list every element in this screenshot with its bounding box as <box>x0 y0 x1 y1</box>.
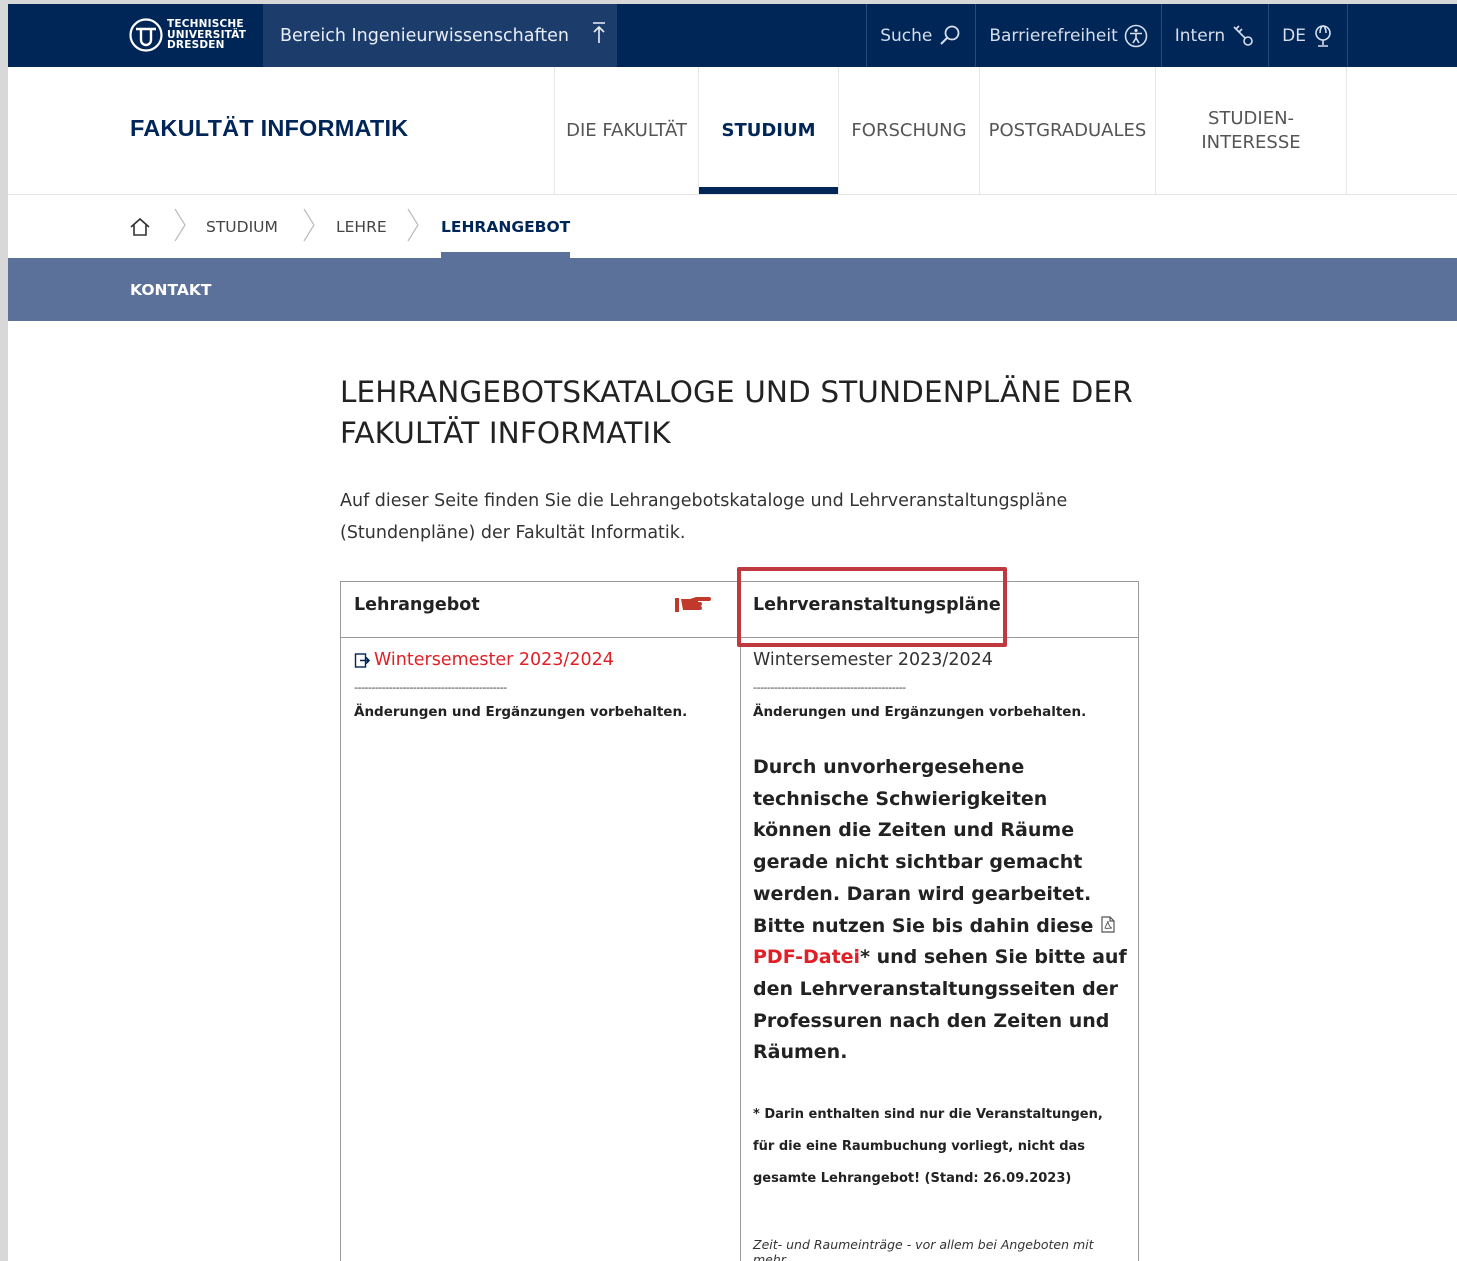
breadcrumb-home[interactable] <box>129 195 151 258</box>
nav-studieninteresse-line2: INTERESSE <box>1201 131 1301 153</box>
pointing-hand-icon <box>674 593 712 623</box>
browser-page: TECHNISCHE UNIVERSITÄT DRESDEN Bereich I… <box>8 4 1457 1261</box>
search-icon <box>940 25 960 45</box>
main-navigation: DIE FAKULTÄT STUDIUM FORSCHUNG POSTGRADU… <box>554 67 1347 194</box>
search-link[interactable]: Suche <box>866 4 975 67</box>
nav-studium[interactable]: STUDIUM <box>698 67 838 194</box>
breadcrumb: STUDIUM LEHRE LEHRANGEBOT <box>8 195 1457 258</box>
search-label: Suche <box>880 25 933 46</box>
separator-dashes: ----------------------------------------… <box>753 681 906 694</box>
wintersemester-link-label: Wintersemester 2023/2024 <box>374 650 614 670</box>
notice-text-start: Durch unvorhergesehene technische Schwie… <box>753 756 1101 937</box>
intern-label: Intern <box>1174 25 1226 46</box>
faculty-header: FAKULTÄT INFORMATIK DIE FAKULTÄT STUDIUM… <box>8 67 1457 195</box>
accessibility-label: Barrierefreiheit <box>989 25 1118 46</box>
home-icon <box>130 217 150 236</box>
lehrveranstaltungsplaene-cell: Wintersemester 2023/2024 ---------------… <box>753 650 1128 1261</box>
nav-die-fakultaet[interactable]: DIE FAKULTÄT <box>554 67 698 194</box>
chevron-right-icon <box>407 208 419 242</box>
tu-dresden-logo[interactable]: TECHNISCHE UNIVERSITÄT DRESDEN <box>129 18 246 52</box>
intro-line2: (Stundenpläne) der Fakultät Informatik. <box>340 523 686 543</box>
wintersemester-label: Wintersemester 2023/2024 <box>753 650 993 670</box>
column-header-lehrangebot: Lehrangebot <box>354 595 480 615</box>
logo-text: TECHNISCHE UNIVERSITÄT DRESDEN <box>167 18 247 52</box>
nav-studieninteresse[interactable]: STUDIEN- INTERESSE <box>1155 67 1347 194</box>
breadcrumb-lehre[interactable]: LEHRE <box>336 195 387 258</box>
highlight-box <box>737 567 1007 647</box>
separator-dashes: ----------------------------------------… <box>354 681 507 694</box>
lehrangebot-cell: Wintersemester 2023/2024 ---------------… <box>354 650 726 720</box>
pdf-link-label: PDF-Datei <box>753 946 861 969</box>
page-title: LEHRANGEBOTSKATALOGE UND STUNDENPLÄNE DE… <box>340 372 1140 454</box>
accessibility-icon <box>1124 24 1148 47</box>
faculty-title[interactable]: FAKULTÄT INFORMATIK <box>130 115 408 142</box>
main-content: LEHRANGEBOTSKATALOGE UND STUNDENPLÄNE DE… <box>340 372 1140 549</box>
nav-postgraduales[interactable]: POSTGRADUALES <box>979 67 1155 194</box>
sub-navigation: KONTAKT <box>8 258 1457 321</box>
schedule-table: Lehrangebot Lehrveranstaltungspläne Wint… <box>340 581 1139 1261</box>
page-title-line1: LEHRANGEBOTSKATALOGE UND STUNDENPLÄNE DE… <box>340 375 1133 409</box>
top-bar: TECHNISCHE UNIVERSITÄT DRESDEN Bereich I… <box>8 4 1457 67</box>
disclaimer-note: Änderungen und Ergänzungen vorbehalten. <box>753 704 1087 720</box>
breadcrumb-studium[interactable]: STUDIUM <box>206 195 278 258</box>
technical-issues-notice: Durch unvorhergesehene technische Schwie… <box>753 752 1128 1069</box>
globe-icon <box>1315 24 1331 47</box>
language-label: DE <box>1282 25 1306 46</box>
disclaimer-note: Änderungen und Ergänzungen vorbehalten. <box>354 704 688 720</box>
page-title-line2: FAKULTÄT INFORMATIK <box>340 416 671 450</box>
up-arrow-icon <box>591 21 607 50</box>
chevron-right-icon <box>174 208 186 242</box>
pdf-file-icon <box>1101 915 1115 933</box>
nav-studieninteresse-line1: STUDIEN- <box>1207 107 1295 129</box>
bereich-link[interactable]: Bereich Ingenieurwissenschaften <box>263 4 617 67</box>
column-divider <box>740 582 741 1261</box>
breadcrumb-lehrangebot[interactable]: LEHRANGEBOT <box>441 195 571 258</box>
external-link-icon <box>354 652 371 668</box>
accessibility-link[interactable]: Barrierefreiheit <box>975 4 1160 67</box>
footnote: * Darin enthalten sind nur die Veranstal… <box>753 1107 1103 1187</box>
bereich-label: Bereich Ingenieurwissenschaften <box>280 25 570 46</box>
intern-link[interactable]: Intern <box>1160 4 1268 67</box>
key-icon <box>1233 24 1253 46</box>
chevron-right-icon <box>303 208 315 242</box>
intro-text: Auf dieser Seite finden Sie die Lehrange… <box>340 485 1140 549</box>
tud-emblem-icon <box>129 18 163 52</box>
language-link[interactable]: DE <box>1268 4 1348 67</box>
subnav-kontakt[interactable]: KONTAKT <box>130 258 211 321</box>
service-links: Suche Barrierefreiheit Intern DE <box>866 4 1348 67</box>
intro-line1: Auf dieser Seite finden Sie die Lehrange… <box>340 491 1068 511</box>
nav-forschung[interactable]: FORSCHUNG <box>838 67 979 194</box>
italic-note: Zeit- und Raumeinträge - vor allem bei A… <box>753 1237 1094 1261</box>
wintersemester-link[interactable]: Wintersemester 2023/2024 <box>354 650 726 670</box>
